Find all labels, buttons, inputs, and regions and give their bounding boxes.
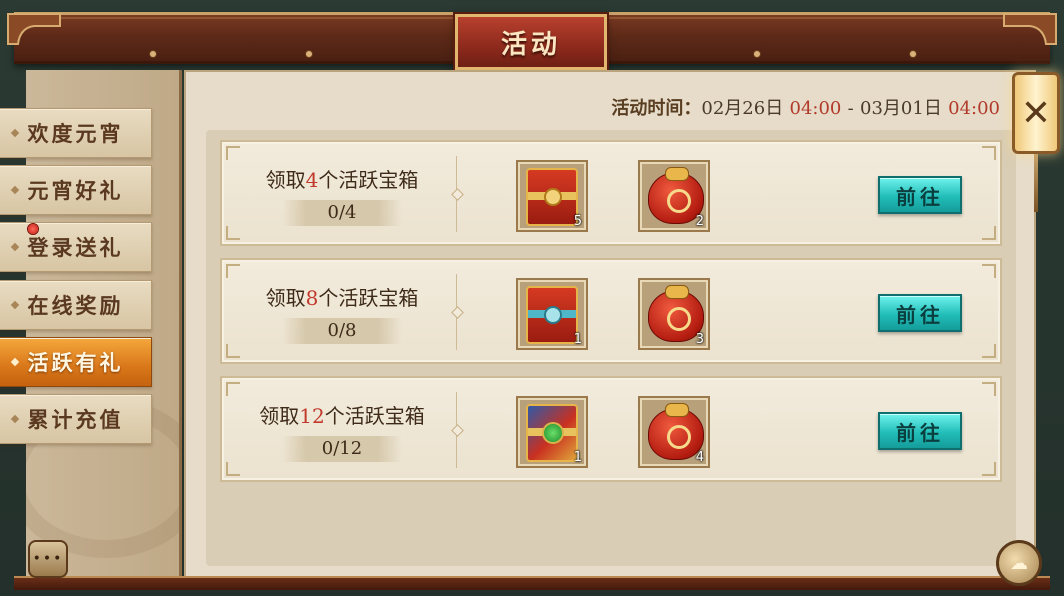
diamond-icon <box>10 414 20 424</box>
corner-ornament <box>982 344 996 358</box>
chat-bubble-icon: ••• <box>32 551 64 567</box>
lantern-tassel <box>1034 154 1038 212</box>
corner-ornament <box>982 382 996 396</box>
task-target: 4 <box>305 168 319 192</box>
emerald-gift-box-icon <box>526 404 578 462</box>
end-date: 03月01日 <box>860 98 942 119</box>
corner-ornament <box>982 462 996 476</box>
sidebar-item-login-gifts[interactable]: 登录送礼 <box>0 222 152 272</box>
reward-slot[interactable]: 1 <box>516 278 588 350</box>
task-progress: 0/12 <box>282 436 402 462</box>
title-bar-stud <box>754 51 760 57</box>
reward-quantity: 3 <box>695 332 704 347</box>
corner-ornament <box>226 226 240 240</box>
corner-ornament <box>226 264 240 278</box>
task-progress: 0/4 <box>282 200 402 226</box>
start-time: 04:00 <box>789 98 842 119</box>
sidebar-item-label: 在线奖励 <box>27 293 124 318</box>
sidebar-item-lantern-gifts[interactable]: 元宵好礼 <box>0 165 152 215</box>
task-title-suffix: 个活跃宝箱 <box>324 404 425 428</box>
title-bar-stud <box>306 51 312 57</box>
task-title: 领取4个活跃宝箱 <box>222 164 462 193</box>
red-gift-box-icon <box>526 168 578 226</box>
task-title-suffix: 个活跃宝箱 <box>318 168 419 192</box>
sidebar-item-label: 活跃有礼 <box>27 350 124 375</box>
corner-ornament-left <box>7 13 61 45</box>
task-progress: 0/8 <box>282 318 402 344</box>
page-title-plaque: 活动 <box>455 14 607 70</box>
task-title: 领取12个活跃宝箱 <box>222 400 462 429</box>
go-button[interactable]: 前往 <box>878 176 962 214</box>
task-title-prefix: 领取 <box>259 404 300 428</box>
start-date: 02月26日 <box>701 98 784 119</box>
title-bar-stud <box>150 51 156 57</box>
end-time: 04:00 <box>948 98 1000 119</box>
jade-ring-gift-box-icon <box>526 286 578 344</box>
corner-ornament <box>226 382 240 396</box>
diamond-icon <box>10 128 20 138</box>
task-target: 12 <box>299 404 325 428</box>
title-bar-stud <box>910 51 916 57</box>
reward-slot[interactable]: 2 <box>638 160 710 232</box>
task-divider <box>456 274 457 350</box>
sidebar-item-cumulative-recharge[interactable]: 累计充值 <box>0 394 152 444</box>
bottom-frame <box>14 576 1050 590</box>
close-icon: ✕ <box>1020 92 1052 134</box>
reward-slot[interactable]: 1 <box>516 396 588 468</box>
sidebar-item-online-rewards[interactable]: 在线奖励 <box>0 280 152 330</box>
sidebar-item-lantern-festival[interactable]: 欢度元宵 <box>0 108 152 158</box>
task-title-suffix: 个活跃宝箱 <box>318 286 419 310</box>
reward-slot[interactable]: 3 <box>638 278 710 350</box>
task-title-prefix: 领取 <box>265 168 306 192</box>
task-title-prefix: 领取 <box>265 286 306 310</box>
go-button[interactable]: 前往 <box>878 294 962 332</box>
cloud-sun-button[interactable]: ☁ <box>996 540 1042 586</box>
diamond-icon <box>10 357 20 367</box>
reward-quantity: 4 <box>695 450 704 465</box>
reward-quantity: 1 <box>573 332 582 347</box>
cloud-sun-icon: ☁ <box>1010 552 1028 574</box>
chat-button[interactable]: ••• <box>28 540 68 578</box>
task-row: 领取12个活跃宝箱 0/12 1 4 前往 <box>220 376 1002 482</box>
reward-quantity: 2 <box>695 214 704 229</box>
corner-ornament <box>226 344 240 358</box>
sidebar-item-label: 欢度元宵 <box>27 121 124 146</box>
activity-time: 活动时间：02月26日 04:00 - 03月01日 04:00 <box>611 94 1000 120</box>
task-divider <box>456 392 457 468</box>
task-row: 领取4个活跃宝箱 0/4 5 2 前往 <box>220 140 1002 246</box>
task-row: 领取8个活跃宝箱 0/8 1 3 前往 <box>220 258 1002 364</box>
reward-slot[interactable]: 4 <box>638 396 710 468</box>
go-button[interactable]: 前往 <box>878 412 962 450</box>
reward-slot[interactable]: 5 <box>516 160 588 232</box>
task-title: 领取8个活跃宝箱 <box>222 282 462 311</box>
sidebar-item-label: 登录送礼 <box>27 235 124 260</box>
reward-quantity: 5 <box>573 214 582 229</box>
corner-ornament <box>226 462 240 476</box>
task-target: 8 <box>305 286 319 310</box>
close-button[interactable]: ✕ <box>1012 72 1060 154</box>
notification-dot <box>28 224 38 234</box>
sidebar-item-label: 元宵好礼 <box>27 178 124 203</box>
corner-ornament <box>982 226 996 240</box>
diamond-icon <box>10 185 20 195</box>
diamond-icon <box>10 242 20 252</box>
corner-ornament <box>982 146 996 160</box>
time-separator: - <box>847 98 854 119</box>
reward-quantity: 1 <box>573 450 582 465</box>
corner-ornament <box>226 146 240 160</box>
task-divider <box>456 156 457 232</box>
corner-ornament <box>982 264 996 278</box>
corner-ornament-right <box>1003 13 1057 45</box>
activity-time-label: 活动时间： <box>611 98 702 119</box>
diamond-icon <box>10 300 20 310</box>
page-title: 活动 <box>500 29 561 60</box>
sidebar-item-activity-rewards[interactable]: 活跃有礼 <box>0 337 152 387</box>
sidebar-item-label: 累计充值 <box>27 407 124 432</box>
